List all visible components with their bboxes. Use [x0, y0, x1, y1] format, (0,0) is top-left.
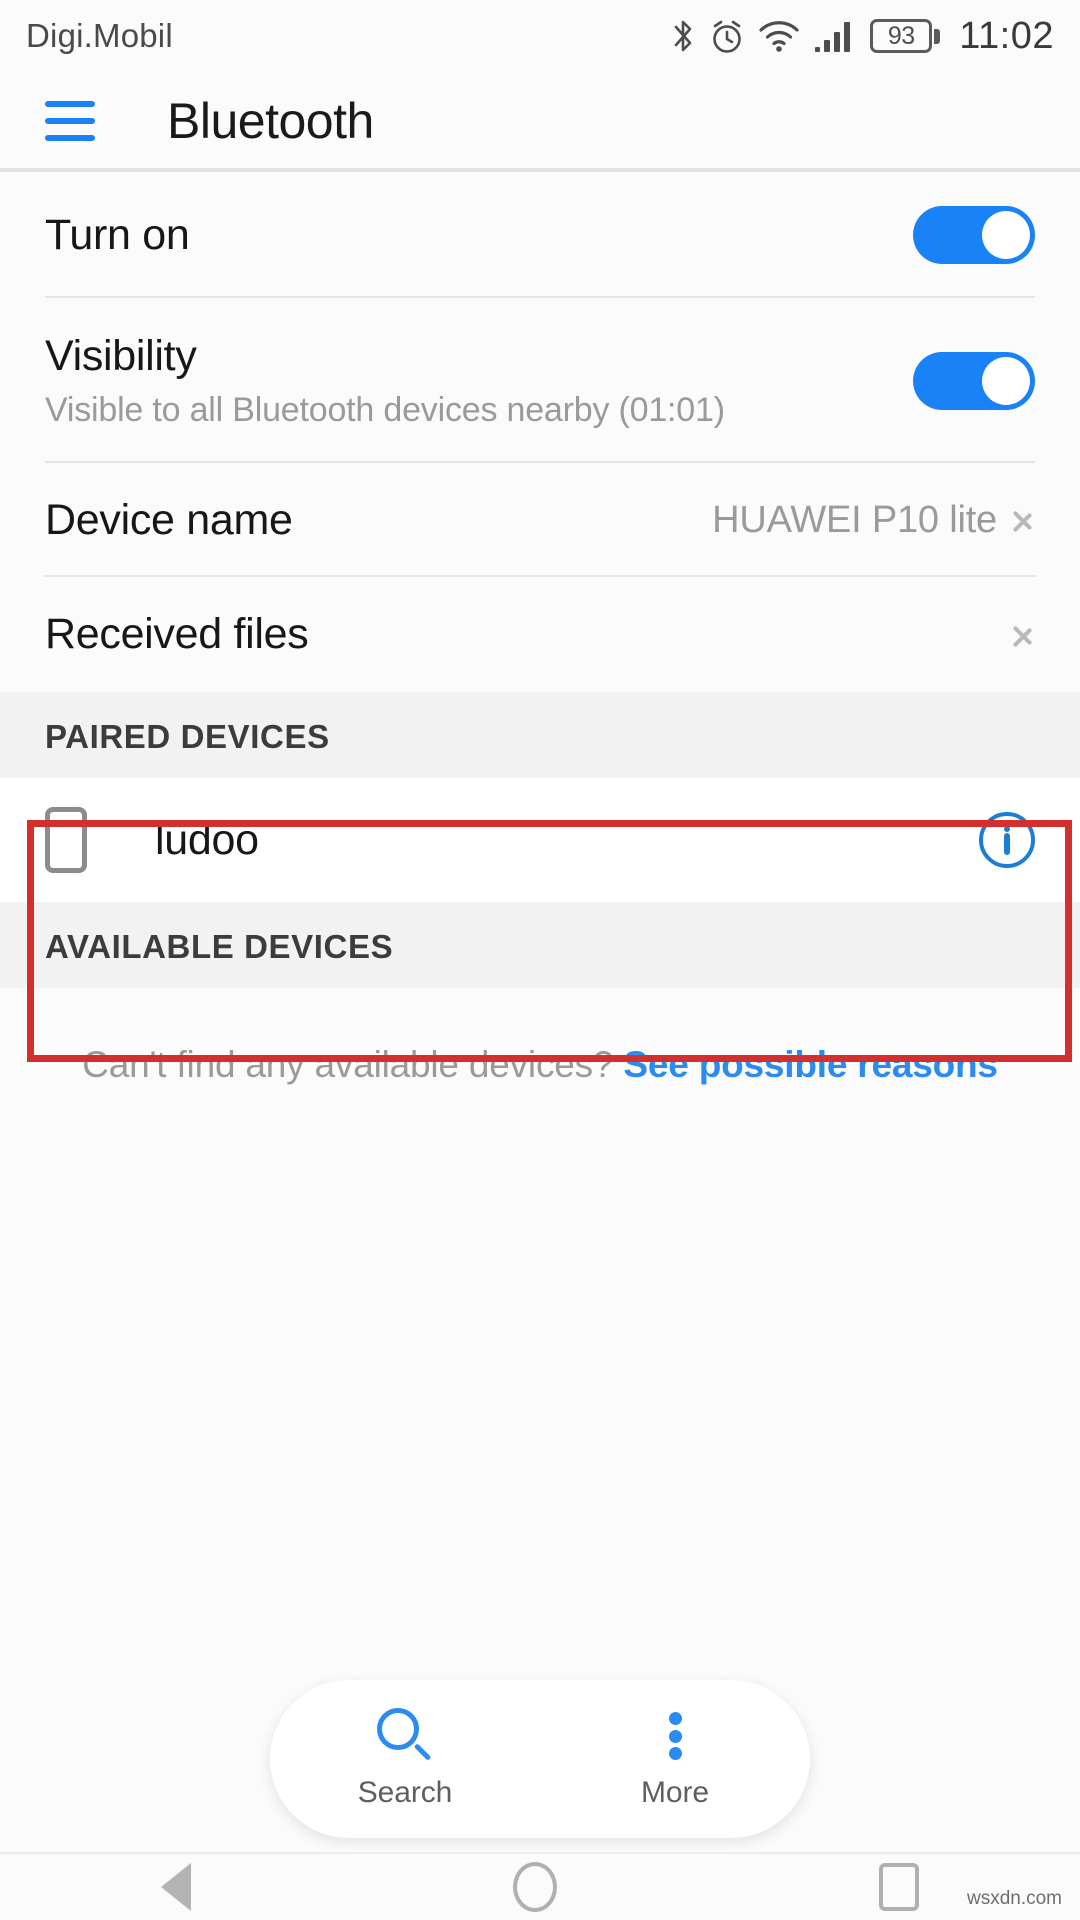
- visibility-toggle[interactable]: [913, 351, 1035, 410]
- row-device-name-label: Device name: [45, 495, 293, 544]
- search-icon: [377, 1708, 433, 1764]
- signal-icon: [815, 22, 851, 52]
- watermark: wsxdn.com: [966, 1888, 1062, 1909]
- recents-square-icon[interactable]: [879, 1863, 919, 1911]
- app-bar: Bluetooth: [0, 72, 1080, 170]
- back-triangle-icon[interactable]: [161, 1863, 191, 1911]
- row-visibility[interactable]: Visibility Visible to all Bluetooth devi…: [0, 298, 1080, 463]
- status-bar: Digi.Mobil 93 11:02: [0, 0, 1080, 72]
- hamburger-menu-icon[interactable]: [45, 101, 95, 141]
- status-icons: 93 11:02: [670, 15, 1054, 58]
- carrier-label: Digi.Mobil: [26, 17, 173, 54]
- battery-percent-label: 93: [887, 21, 915, 50]
- phone-icon: [45, 807, 87, 873]
- paired-device-name: ludoo: [155, 815, 259, 864]
- row-received-files-label: Received files: [45, 610, 309, 658]
- no-devices-hint: Can't find any available devices? See po…: [0, 988, 1080, 1086]
- android-navigation-bar: [0, 1852, 1080, 1920]
- search-button-label: Search: [357, 1776, 453, 1809]
- wifi-icon: [759, 21, 799, 52]
- more-button[interactable]: More: [540, 1680, 810, 1838]
- available-devices-header: AVAILABLE DEVICES: [0, 902, 1080, 988]
- clock-label: 11:02: [959, 14, 1054, 57]
- battery-icon: 93: [870, 19, 941, 53]
- see-possible-reasons-link[interactable]: See possible reasons: [623, 1044, 998, 1085]
- page-title: Bluetooth: [167, 93, 374, 149]
- row-turn-on-label: Turn on: [45, 210, 190, 259]
- home-circle-icon[interactable]: [513, 1862, 557, 1912]
- device-name-value: HUAWEI P10 lite: [712, 498, 997, 541]
- more-button-label: More: [641, 1776, 709, 1809]
- info-icon[interactable]: [979, 812, 1035, 868]
- chevron-right-icon: [1013, 501, 1035, 539]
- row-device-name[interactable]: Device name HUAWEI P10 lite: [0, 463, 1080, 577]
- no-devices-text: Can't find any available devices?: [82, 1044, 614, 1085]
- bluetooth-icon: [674, 20, 692, 52]
- paired-devices-header: PAIRED DEVICES: [0, 692, 1080, 778]
- turn-on-toggle[interactable]: [913, 206, 1035, 264]
- chevron-right-icon: [1013, 616, 1035, 654]
- settings-content: Turn on Visibility Visible to all Blueto…: [0, 172, 1080, 1662]
- row-visibility-label: Visibility: [45, 331, 197, 380]
- row-turn-on[interactable]: Turn on: [0, 172, 1080, 298]
- phone-screen: Digi.Mobil 93 11:02 Bluetooth Turn on Vi…: [0, 0, 1080, 1920]
- search-button[interactable]: Search: [270, 1680, 540, 1838]
- bottom-action-bar: Search More: [270, 1680, 810, 1838]
- alarm-icon: [713, 20, 742, 53]
- paired-device-row[interactable]: ludoo: [0, 778, 1080, 902]
- more-vertical-icon: [668, 1708, 682, 1764]
- row-received-files[interactable]: Received files: [0, 577, 1080, 692]
- row-visibility-subtitle: Visible to all Bluetooth devices nearby …: [45, 390, 725, 429]
